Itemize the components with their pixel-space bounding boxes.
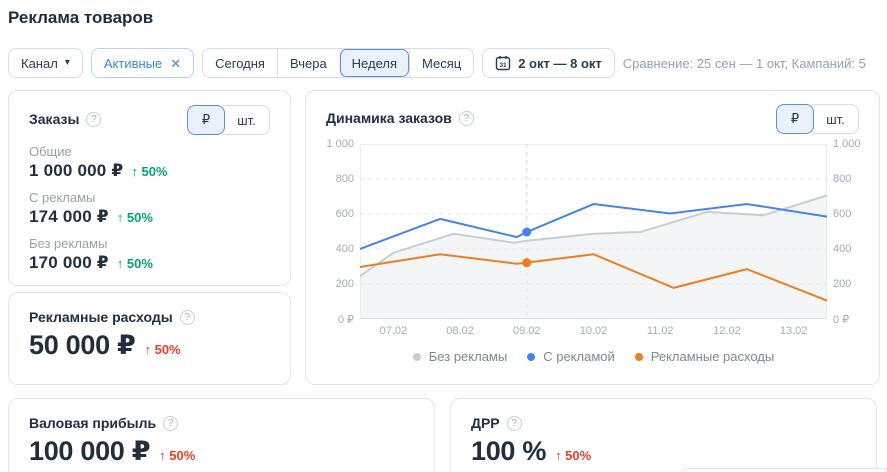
- close-icon[interactable]: ✕: [170, 57, 181, 70]
- y-axis-label-right: 600: [833, 208, 852, 220]
- y-axis-label-right: 0 ₽: [833, 314, 850, 326]
- page-title: Реклама товаров: [8, 8, 154, 27]
- chart-unit-toggle: ₽ шт.: [776, 104, 859, 134]
- unit-pcs-button[interactable]: шт.: [813, 104, 859, 134]
- product-ads-dashboard: Реклама товаров Канал ▾ Активные ✕ Сегод…: [0, 0, 887, 472]
- x-axis-label: 11.02: [646, 325, 674, 337]
- metric-delta: ↑ 50%: [116, 256, 153, 271]
- y-axis-label-right: 400: [833, 243, 852, 255]
- drr-delta: ↑ 50%: [555, 448, 592, 463]
- metric-total: Общие 1 000 000 ₽ ↑ 50%: [29, 144, 270, 181]
- chart-card-title: Динамика заказов: [326, 110, 452, 126]
- legend-dot: [412, 352, 421, 361]
- y-axis-label-left: 1 000: [326, 138, 354, 150]
- metric-value: 1 000 000 ₽: [29, 161, 124, 180]
- gross-profit-value: 100 000 ₽: [29, 436, 151, 466]
- legend-dot: [634, 352, 643, 361]
- metric-label: Общие: [29, 144, 72, 159]
- ad-spend-card: Рекламные расходы ? 50 000 ₽ ↑ 50%: [8, 292, 291, 385]
- x-axis-label: 12.02: [713, 325, 741, 337]
- orders-dynamics-card: Динамика заказов ? ₽ шт. 1 000 800 600 4…: [305, 90, 880, 385]
- y-axis-right: 1 000 800 600 400 200 0 ₽: [827, 138, 861, 326]
- tab-month[interactable]: Месяц: [409, 49, 473, 77]
- x-axis-label: 07.02: [379, 325, 408, 337]
- y-axis-label-left: 600: [335, 208, 354, 220]
- drr-card: ДРР ? 100 % ↑ 50%: [450, 398, 877, 472]
- tab-today[interactable]: Сегодня: [203, 49, 277, 77]
- ad-spend-value: 50 000 ₽: [29, 330, 136, 360]
- chart-legend: Без рекламы С рекламой Рекламные расходы: [326, 349, 861, 364]
- help-icon[interactable]: ?: [86, 111, 102, 127]
- x-axis: 07.02 08.02 09.02 10.02 11.02 12.02 13.0…: [360, 319, 827, 341]
- drr-title: ДРР: [471, 415, 500, 431]
- active-filter-chip[interactable]: Активные ✕: [90, 48, 195, 78]
- y-axis-label-left: 800: [335, 173, 354, 185]
- channel-filter-label: Канал: [21, 55, 58, 71]
- help-icon[interactable]: ?: [506, 415, 522, 431]
- y-axis-left: 1 000 800 600 400 200 0 ₽: [326, 138, 360, 326]
- orders-card-title: Заказы: [29, 111, 80, 127]
- help-icon[interactable]: ?: [458, 110, 474, 126]
- chevron-down-icon: ▾: [64, 57, 70, 68]
- metric-delta: ↑ 50%: [131, 164, 168, 179]
- unit-rub-button[interactable]: ₽: [776, 104, 814, 134]
- gross-profit-card: Валовая прибыль ? 100 000 ₽ ↑ 50%: [8, 398, 435, 472]
- period-tabs: Сегодня Вчера Неделя Месяц: [202, 48, 475, 78]
- x-axis-label: 13.02: [779, 325, 808, 337]
- metric-label: Без рекламы: [29, 236, 108, 251]
- active-filter-label: Активные: [103, 55, 163, 71]
- gross-profit-delta: ↑ 50%: [159, 448, 196, 463]
- channel-filter-button[interactable]: Канал ▾: [8, 48, 83, 78]
- legend-label: С рекламой: [543, 349, 615, 364]
- date-range-button[interactable]: 31 2 окт — 8 окт: [482, 48, 615, 78]
- legend-item-no-ads[interactable]: Без рекламы: [412, 349, 508, 364]
- orders-card: Заказы ? ₽ шт. Общие 1 000 000 ₽ ↑ 50% С…: [8, 90, 291, 286]
- ad-spend-title: Рекламные расходы: [29, 309, 173, 325]
- legend-item-ad-spend[interactable]: Рекламные расходы: [634, 349, 775, 364]
- metric-value: 174 000 ₽: [29, 207, 109, 226]
- tab-yesterday[interactable]: Вчера: [276, 49, 339, 77]
- metric-without-ads: Без рекламы 170 000 ₽ ↑ 50%: [29, 236, 270, 273]
- ad-spend-delta: ↑ 50%: [144, 342, 181, 357]
- chart-plot[interactable]: [360, 144, 827, 319]
- y-axis-label-left: 400: [335, 243, 354, 255]
- metric-delta: ↑ 50%: [116, 210, 153, 225]
- help-icon[interactable]: ?: [179, 309, 195, 325]
- comparison-text: Сравнение: 25 сен — 1 окт, Кампаний: 5: [622, 55, 866, 71]
- filter-bar: Канал ▾ Активные ✕ Сегодня Вчера Неделя …: [8, 48, 866, 78]
- svg-text:31: 31: [500, 62, 508, 69]
- legend-label: Рекламные расходы: [650, 349, 775, 364]
- legend-item-with-ads[interactable]: С рекламой: [527, 349, 615, 364]
- y-axis-label-left: 200: [335, 278, 354, 290]
- unit-pcs-button[interactable]: шт.: [224, 105, 270, 135]
- tab-week[interactable]: Неделя: [338, 49, 410, 77]
- y-axis-label-right: 800: [833, 173, 852, 185]
- orders-dynamics-chart: 1 000 800 600 400 200 0 ₽ 1 000 800 600 …: [326, 138, 861, 364]
- overlay-panel-partial: [683, 468, 887, 472]
- metric-label: С рекламы: [29, 190, 96, 205]
- unit-rub-button[interactable]: ₽: [187, 105, 225, 135]
- legend-label: Без рекламы: [428, 349, 508, 364]
- calendar-icon: 31: [496, 56, 511, 71]
- y-axis-label-left: 0 ₽: [337, 314, 354, 326]
- metric-with-ads: С рекламы 174 000 ₽ ↑ 50%: [29, 190, 270, 227]
- y-axis-label-right: 200: [833, 278, 852, 290]
- metric-value: 170 000 ₽: [29, 253, 109, 272]
- drr-value: 100 %: [471, 436, 547, 466]
- help-icon[interactable]: ?: [163, 415, 179, 431]
- x-axis-label: 09.02: [513, 325, 541, 337]
- y-axis-label-right: 1 000: [833, 138, 861, 150]
- orders-unit-toggle: ₽ шт.: [187, 105, 270, 135]
- date-range-label: 2 окт — 8 окт: [518, 55, 602, 71]
- gross-profit-title: Валовая прибыль: [29, 415, 157, 431]
- x-axis-label: 10.02: [579, 325, 608, 337]
- x-axis-label: 08.02: [446, 325, 474, 337]
- legend-dot: [527, 352, 536, 361]
